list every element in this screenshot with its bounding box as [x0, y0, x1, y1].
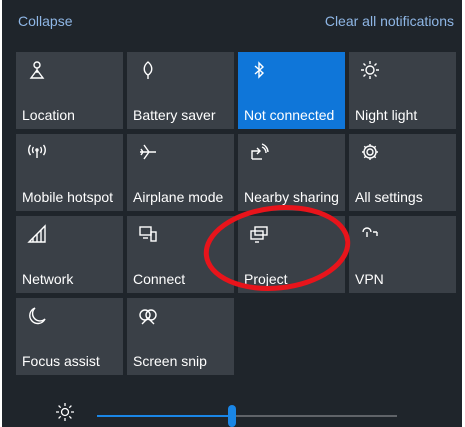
tile-mobile-hotspot[interactable]: Mobile hotspot [16, 134, 123, 211]
tile-label: Location [22, 107, 75, 123]
tile-project[interactable]: Project [238, 216, 345, 293]
brightness-slider-fill [97, 415, 232, 417]
tile-battery-saver[interactable]: Battery saver [127, 52, 234, 129]
tile-label: Project [244, 271, 288, 287]
connect-icon [137, 223, 159, 245]
tile-focus-assist[interactable]: Focus assist [16, 298, 123, 375]
action-center-header: Collapse Clear all notifications [2, 0, 462, 44]
action-center-panel: Collapse Clear all notifications Locatio… [2, 0, 462, 427]
brightness-control [2, 396, 462, 427]
project-icon [248, 223, 270, 245]
tile-night-light[interactable]: Night light [349, 52, 456, 129]
vpn-icon [359, 223, 381, 245]
bluetooth-icon [248, 59, 270, 81]
airplane-icon [137, 141, 159, 163]
nearby-sharing-icon [248, 141, 270, 163]
tile-all-settings[interactable]: All settings [349, 134, 456, 211]
tile-screen-snip[interactable]: Screen snip [127, 298, 234, 375]
tile-label: Night light [355, 107, 418, 123]
tile-label: Screen snip [133, 353, 207, 369]
tile-airplane-mode[interactable]: Airplane mode [127, 134, 234, 211]
tile-location[interactable]: Location [16, 52, 123, 129]
tile-label: All settings [355, 189, 423, 205]
tile-label: VPN [355, 271, 384, 287]
sun-icon [55, 402, 75, 422]
tile-network[interactable]: Network [16, 216, 123, 293]
tile-label: Mobile hotspot [22, 189, 114, 205]
tile-connect[interactable]: Connect [127, 216, 234, 293]
tile-label: Nearby sharing [244, 189, 339, 205]
brightness-slider-thumb[interactable] [228, 405, 236, 427]
screen-snip-icon [137, 305, 159, 327]
battery-saver-icon [137, 59, 159, 81]
tile-label: Focus assist [22, 353, 100, 369]
night-light-icon [359, 59, 381, 81]
tile-bluetooth[interactable]: Not connected [238, 52, 345, 129]
moon-icon [26, 305, 48, 327]
clear-all-notifications-link[interactable]: Clear all notifications [325, 13, 454, 29]
collapse-link[interactable]: Collapse [18, 13, 72, 29]
location-icon [26, 59, 48, 81]
mobile-hotspot-icon [26, 141, 48, 163]
tile-nearby-sharing[interactable]: Nearby sharing [238, 134, 345, 211]
tile-vpn[interactable]: VPN [349, 216, 456, 293]
tile-label: Network [22, 271, 74, 287]
tile-label: Not connected [244, 107, 335, 123]
tile-label: Connect [133, 271, 186, 287]
tile-label: Airplane mode [133, 189, 224, 205]
tile-label: Battery saver [133, 107, 216, 123]
gear-icon [359, 141, 381, 163]
brightness-slider-track[interactable] [97, 405, 397, 427]
network-icon [26, 223, 48, 245]
